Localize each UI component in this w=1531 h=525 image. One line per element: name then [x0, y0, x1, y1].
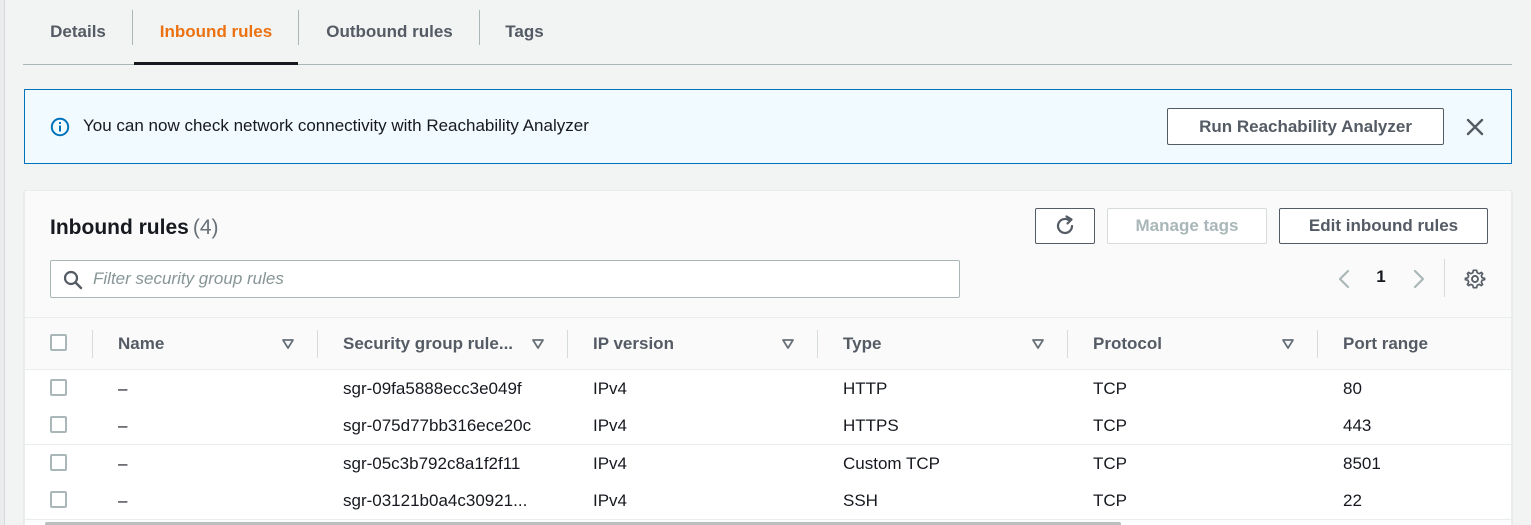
- sort-icon[interactable]: [281, 337, 295, 351]
- cell-protocol: TCP: [1093, 490, 1127, 510]
- run-reachability-analyzer-button[interactable]: Run Reachability Analyzer: [1167, 108, 1444, 145]
- cell-ip-version: IPv4: [593, 453, 628, 473]
- column-separator: [1067, 330, 1068, 358]
- rule-count: (4): [192, 216, 219, 239]
- pager-separator: [1444, 259, 1445, 297]
- row-checkbox[interactable]: [50, 491, 67, 508]
- row-checkbox[interactable]: [50, 379, 67, 396]
- cell-rule-id: sgr-075d77bb316ece20c: [343, 415, 532, 435]
- table-header: Name Security group rule... IP version T…: [25, 318, 1511, 370]
- table-row[interactable]: – sgr-09fa5888ecc3e049f IPv4 HTTP TCP 80: [25, 370, 1511, 408]
- tab-separator: [132, 10, 133, 45]
- column-header-port-range[interactable]: Port range: [1343, 318, 1503, 370]
- manage-tags-button[interactable]: Manage tags: [1107, 208, 1267, 244]
- cell-name: –: [118, 453, 128, 473]
- sort-icon[interactable]: [1031, 337, 1045, 351]
- close-icon[interactable]: [1462, 114, 1488, 140]
- panel-header: Inbound rules (4) Manage tags Edit inboun…: [25, 191, 1511, 318]
- panel-title-text: Inbound rules: [50, 216, 189, 239]
- column-separator: [92, 330, 93, 358]
- chevron-left-icon[interactable]: [1333, 267, 1355, 291]
- tab-bar: Details Inbound rules Outbound rules Tag…: [23, 0, 1512, 65]
- table-row[interactable]: – sgr-05c3b792c8a1f2f11 IPv4 Custom TCP …: [25, 445, 1511, 483]
- tab-outbound-rules[interactable]: Outbound rules: [299, 0, 480, 64]
- cell-name: –: [118, 415, 128, 435]
- cell-port-range: 22: [1343, 490, 1362, 510]
- tab-inbound-rules[interactable]: Inbound rules: [134, 0, 298, 65]
- security-group-page: Details Inbound rules Outbound rules Tag…: [0, 0, 1531, 525]
- column-separator: [817, 330, 818, 358]
- filter-input[interactable]: [93, 265, 943, 293]
- page-number[interactable]: 1: [1373, 267, 1389, 287]
- search-icon: [63, 270, 83, 290]
- cell-protocol: TCP: [1093, 453, 1127, 473]
- tab-details[interactable]: Details: [23, 0, 133, 64]
- cell-name: –: [118, 378, 128, 398]
- inbound-rules-panel: Inbound rules (4) Manage tags Edit inboun…: [24, 190, 1512, 525]
- column-header-ip-version[interactable]: IP version: [593, 318, 793, 370]
- cell-type: HTTP: [843, 378, 888, 398]
- cell-name: –: [118, 490, 128, 510]
- column-header-name-label: Name: [118, 334, 165, 353]
- cell-type: Custom TCP: [843, 453, 940, 473]
- column-header-ip-version-label: IP version: [593, 334, 674, 353]
- cell-rule-id: sgr-03121b0a4c30921...: [343, 490, 528, 510]
- column-header-type-label: Type: [843, 334, 882, 353]
- banner-message: You can now check network connectivity w…: [83, 116, 589, 135]
- column-header-security-group-rule-id[interactable]: Security group rule...: [343, 318, 543, 370]
- column-header-protocol[interactable]: Protocol: [1093, 318, 1293, 370]
- cell-port-range: 80: [1343, 378, 1362, 398]
- chevron-right-icon[interactable]: [1408, 267, 1430, 291]
- cell-rule-id: sgr-09fa5888ecc3e049f: [343, 378, 522, 398]
- sort-icon[interactable]: [531, 337, 545, 351]
- column-header-rule-id-label: Security group rule...: [343, 334, 514, 353]
- cell-protocol: TCP: [1093, 378, 1127, 398]
- cell-type: HTTPS: [843, 415, 899, 435]
- cell-port-range: 443: [1343, 415, 1372, 435]
- row-checkbox[interactable]: [50, 416, 67, 433]
- refresh-icon: [1056, 215, 1074, 235]
- gear-icon[interactable]: [1464, 268, 1486, 290]
- column-header-protocol-label: Protocol: [1093, 334, 1162, 353]
- column-header-port-range-label: Port range: [1343, 334, 1429, 353]
- cell-protocol: TCP: [1093, 415, 1127, 435]
- refresh-button[interactable]: [1035, 208, 1095, 244]
- tab-tags[interactable]: Tags: [480, 0, 569, 64]
- column-separator: [567, 330, 568, 358]
- sort-icon[interactable]: [1281, 337, 1295, 351]
- cell-ip-version: IPv4: [593, 415, 628, 435]
- cell-type: SSH: [843, 490, 878, 510]
- table-row[interactable]: – sgr-03121b0a4c30921... IPv4 SSH TCP 22: [25, 482, 1511, 520]
- filter-field[interactable]: [50, 260, 960, 298]
- edit-inbound-rules-button[interactable]: Edit inbound rules: [1279, 208, 1488, 244]
- cell-rule-id: sgr-05c3b792c8a1f2f11: [343, 453, 521, 473]
- column-separator: [317, 330, 318, 358]
- cell-ip-version: IPv4: [593, 378, 628, 398]
- row-checkbox[interactable]: [50, 454, 67, 471]
- cell-port-range: 8501: [1343, 453, 1381, 473]
- column-separator: [1317, 330, 1318, 358]
- sort-icon[interactable]: [781, 337, 795, 351]
- select-all-checkbox[interactable]: [50, 334, 67, 351]
- panel-title: Inbound rules (4): [50, 216, 219, 240]
- info-icon: [50, 117, 70, 137]
- info-banner: You can now check network connectivity w…: [24, 89, 1512, 164]
- left-panel-edge: [0, 0, 5, 525]
- column-header-type[interactable]: Type: [843, 318, 1043, 370]
- cell-ip-version: IPv4: [593, 490, 628, 510]
- table-row[interactable]: – sgr-075d77bb316ece20c IPv4 HTTPS TCP 4…: [25, 407, 1511, 445]
